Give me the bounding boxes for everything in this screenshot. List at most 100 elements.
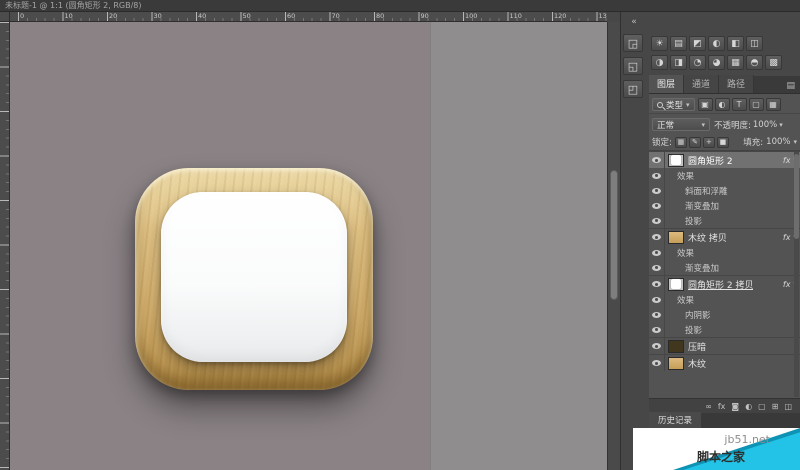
- layer-row[interactable]: 圆角矩形 2 拷贝fx▾: [649, 275, 800, 292]
- layer-thumbnail[interactable]: [668, 340, 684, 353]
- filter-pixel-layers-icon[interactable]: ▣: [698, 98, 713, 111]
- tab-channels[interactable]: 通道: [684, 75, 719, 93]
- delete-layer-icon[interactable]: ◫: [784, 402, 792, 411]
- curves-icon[interactable]: ◩: [689, 36, 706, 51]
- invert-icon[interactable]: ◓: [746, 55, 763, 70]
- link-layers-icon[interactable]: ∞: [705, 402, 712, 411]
- adjustment-layer-icon[interactable]: ◐: [745, 402, 752, 411]
- effect-row[interactable]: 效果: [649, 245, 800, 260]
- layer-name[interactable]: 投影: [685, 324, 702, 336]
- layer-row[interactable]: 压暗: [649, 337, 800, 354]
- filter-scope-dropdown[interactable]: 类型 ▾: [652, 98, 695, 111]
- effect-row[interactable]: 渐变叠加: [649, 260, 800, 275]
- properties-panel-icon[interactable]: ◱: [623, 57, 643, 75]
- layers-list[interactable]: 圆角矩形 2fx▾效果斜面和浮雕渐变叠加投影木纹 拷贝fx▾效果渐变叠加圆角矩形…: [649, 151, 800, 398]
- effect-row[interactable]: 投影: [649, 213, 800, 228]
- layer-name[interactable]: 效果: [677, 294, 694, 306]
- exposure-icon[interactable]: ◐: [708, 36, 725, 51]
- tab-layers[interactable]: 图层: [649, 75, 684, 93]
- opacity-control[interactable]: 不透明度: 100% ▾: [714, 119, 783, 131]
- layer-thumbnail[interactable]: [668, 357, 684, 370]
- canvas-vertical-scrollbar[interactable]: [607, 22, 620, 470]
- scrollbar-thumb[interactable]: [610, 170, 618, 300]
- color-lookup-icon[interactable]: ▦: [727, 55, 744, 70]
- layer-thumbnail[interactable]: [668, 278, 684, 291]
- layer-name[interactable]: 圆角矩形 2 拷贝: [688, 278, 753, 291]
- canvas-area[interactable]: [10, 22, 607, 470]
- visibility-toggle[interactable]: [649, 292, 665, 307]
- visibility-toggle[interactable]: [649, 355, 665, 371]
- hue-saturation-icon[interactable]: ◫: [746, 36, 763, 51]
- visibility-toggle[interactable]: [649, 245, 665, 260]
- filter-type-layers-icon[interactable]: T: [732, 98, 747, 111]
- info-panel-icon[interactable]: ◰: [623, 80, 643, 98]
- black-white-icon[interactable]: ◨: [670, 55, 687, 70]
- effect-row[interactable]: 斜面和浮雕: [649, 183, 800, 198]
- effect-row[interactable]: 效果: [649, 168, 800, 183]
- new-layer-icon[interactable]: ⊞: [772, 402, 779, 411]
- visibility-toggle[interactable]: [649, 152, 665, 168]
- wood-icon-artwork[interactable]: [135, 168, 373, 390]
- visibility-toggle[interactable]: [649, 213, 665, 228]
- layer-name[interactable]: 圆角矩形 2: [688, 154, 733, 167]
- filter-smart-objects-icon[interactable]: ▦: [766, 98, 781, 111]
- layer-name[interactable]: 渐变叠加: [685, 200, 719, 212]
- layer-row[interactable]: 木纹: [649, 354, 800, 371]
- visibility-toggle[interactable]: [649, 322, 665, 337]
- layer-mask-icon[interactable]: ◙: [731, 402, 739, 411]
- lock-pixels-icon[interactable]: ✎: [689, 137, 701, 148]
- visibility-toggle[interactable]: [649, 183, 665, 198]
- layer-thumbnail[interactable]: [668, 154, 684, 167]
- visibility-toggle[interactable]: [649, 260, 665, 275]
- vertical-ruler[interactable]: [0, 22, 10, 470]
- effect-row[interactable]: 内阴影: [649, 307, 800, 322]
- scrollbar-thumb[interactable]: [794, 154, 799, 239]
- effect-row[interactable]: 投影: [649, 322, 800, 337]
- color-balance-icon[interactable]: ◑: [651, 55, 668, 70]
- layer-name[interactable]: 渐变叠加: [685, 262, 719, 274]
- channel-mixer-icon[interactable]: ◕: [708, 55, 725, 70]
- layer-name[interactable]: 效果: [677, 170, 694, 182]
- visibility-toggle[interactable]: [649, 198, 665, 213]
- fill-value[interactable]: 100%: [766, 137, 790, 147]
- visibility-toggle[interactable]: [649, 307, 665, 322]
- lock-transparency-icon[interactable]: ▦: [675, 137, 687, 148]
- opacity-value[interactable]: 100%: [753, 120, 777, 130]
- layer-name[interactable]: 木纹: [688, 357, 706, 370]
- effect-row[interactable]: 效果: [649, 292, 800, 307]
- filter-adjustment-layers-icon[interactable]: ◐: [715, 98, 730, 111]
- panel-menu-icon[interactable]: ▤: [786, 81, 800, 93]
- horizontal-ruler[interactable]: 0102030405060708090100110120130: [10, 12, 607, 22]
- layer-name[interactable]: 木纹 拷贝: [688, 231, 727, 244]
- visibility-toggle[interactable]: [649, 229, 665, 245]
- layer-thumbnail[interactable]: [668, 231, 684, 244]
- levels-icon[interactable]: ▤: [670, 36, 687, 51]
- layer-group-icon[interactable]: ▢: [758, 402, 766, 411]
- posterize-icon[interactable]: ▩: [765, 55, 782, 70]
- vibrance-icon[interactable]: ◧: [727, 36, 744, 51]
- layer-name[interactable]: 内阴影: [685, 309, 711, 321]
- lock-position-icon[interactable]: +: [703, 137, 715, 148]
- layer-style-icon[interactable]: fx: [718, 402, 726, 411]
- layer-name[interactable]: 斜面和浮雕: [685, 185, 728, 197]
- document-title-bar[interactable]: 未标题-1 @ 1:1 (圆角矩形 2, RGB/8): [0, 0, 800, 12]
- lock-all-icon[interactable]: ■: [717, 137, 729, 148]
- icon-white-plate[interactable]: [161, 192, 347, 362]
- layer-name[interactable]: 压暗: [688, 340, 706, 353]
- visibility-toggle[interactable]: [649, 276, 665, 292]
- blend-mode-dropdown[interactable]: 正常 ▾: [652, 118, 710, 131]
- tab-paths[interactable]: 路径: [719, 75, 754, 93]
- layer-name[interactable]: 效果: [677, 247, 694, 259]
- layer-row[interactable]: 木纹 拷贝fx▾: [649, 228, 800, 245]
- filter-shape-layers-icon[interactable]: ▢: [749, 98, 764, 111]
- layer-row[interactable]: 圆角矩形 2fx▾: [649, 151, 800, 168]
- photo-filter-icon[interactable]: ◔: [689, 55, 706, 70]
- collapse-dock-button[interactable]: «: [625, 16, 643, 28]
- effect-row[interactable]: 渐变叠加: [649, 198, 800, 213]
- tab-history[interactable]: 历史记录: [649, 412, 701, 428]
- history-panel-icon[interactable]: ◲: [623, 34, 643, 52]
- layer-name[interactable]: 投影: [685, 215, 702, 227]
- brightness-contrast-icon[interactable]: ☀: [651, 36, 668, 51]
- visibility-toggle[interactable]: [649, 168, 665, 183]
- visibility-toggle[interactable]: [649, 338, 665, 354]
